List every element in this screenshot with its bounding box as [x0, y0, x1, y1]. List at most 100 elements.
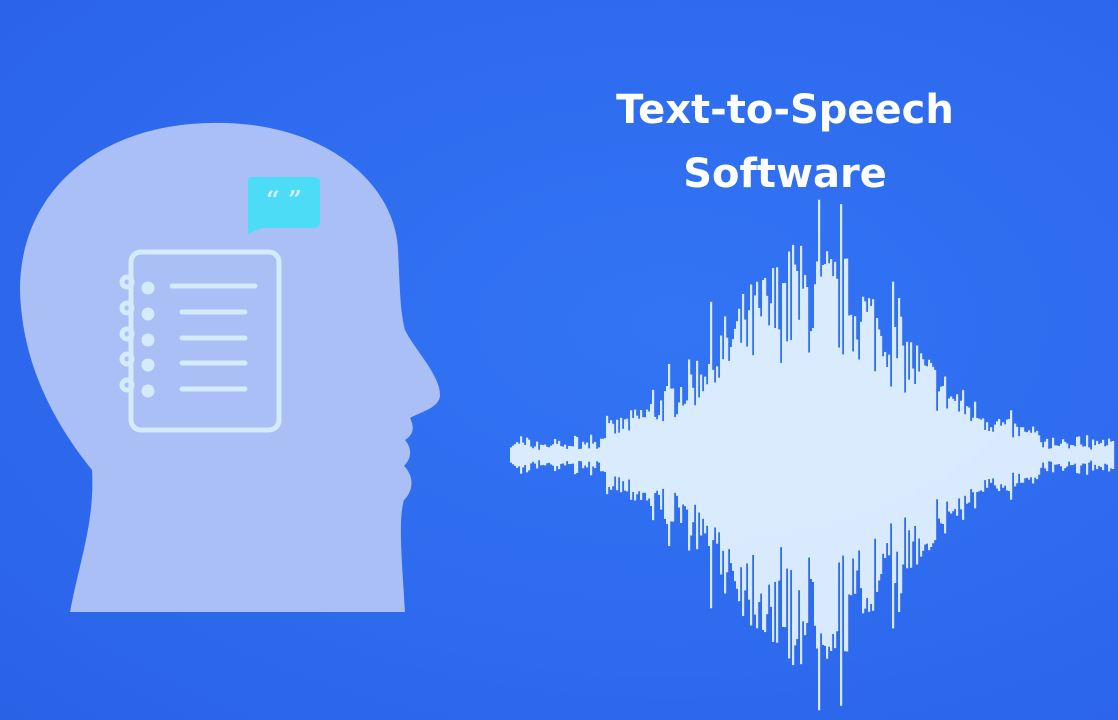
wave-bar	[958, 411, 961, 499]
wave-bar	[1042, 447, 1045, 463]
wave-bar	[1090, 449, 1093, 461]
wave-bar	[1012, 437, 1015, 473]
wave-bar	[664, 391, 667, 519]
wave-bar	[704, 376, 707, 534]
wave-bar	[998, 418, 1001, 492]
wave-bar	[1026, 432, 1029, 478]
wave-bar	[890, 386, 893, 524]
wave-bar	[572, 446, 575, 464]
wave-bar	[932, 366, 935, 544]
wave-bar	[752, 355, 755, 555]
wave-bar	[954, 400, 957, 510]
wave-bar	[966, 406, 969, 504]
wave-bar	[614, 433, 617, 477]
wave-bar	[658, 415, 661, 495]
wave-bar	[668, 363, 671, 547]
wave-bar	[1112, 440, 1115, 470]
wave-bar	[874, 371, 877, 539]
wave-bar	[558, 440, 561, 470]
wave-bar	[570, 446, 573, 464]
wave-bar	[1044, 441, 1047, 469]
wave-bar	[1038, 435, 1041, 475]
wave-bar	[706, 384, 709, 526]
wave-bar	[510, 447, 513, 463]
wave-bar	[650, 404, 653, 506]
wave-bar	[1018, 436, 1021, 474]
wave-bar	[1008, 418, 1011, 492]
wave-bar	[514, 444, 517, 466]
wave-bar	[542, 445, 545, 465]
wave-bar	[754, 295, 757, 615]
wave-bar	[698, 397, 701, 513]
wave-bar	[990, 427, 993, 483]
wave-bar	[928, 359, 931, 551]
wave-bar	[984, 429, 987, 481]
wave-bar	[718, 377, 721, 533]
wave-bar	[590, 434, 593, 476]
wave-bar	[996, 421, 999, 489]
wave-bar	[556, 443, 559, 467]
wave-bar	[732, 339, 735, 571]
wave-bar	[768, 325, 771, 585]
wave-bar	[528, 439, 531, 471]
wave-bar	[714, 382, 717, 528]
wave-bar	[1108, 438, 1111, 472]
wave-bar	[710, 301, 713, 609]
wave-bar	[630, 410, 633, 500]
wave-bar	[810, 331, 813, 579]
wave-bar	[636, 415, 639, 495]
ring-dot	[141, 307, 155, 321]
wave-bar	[972, 417, 975, 493]
wave-bar	[738, 308, 741, 602]
wave-bar	[850, 314, 853, 596]
wave-bar	[712, 369, 715, 541]
wave-bar	[654, 416, 657, 494]
wave-bar	[750, 284, 753, 626]
wave-bar	[868, 298, 871, 612]
wave-bar	[938, 391, 941, 519]
wave-bar	[790, 339, 793, 571]
wave-bar	[1034, 432, 1037, 478]
wave-bar	[940, 386, 943, 524]
wave-bar	[920, 353, 923, 557]
wave-bar	[930, 363, 933, 547]
wave-bar	[602, 438, 605, 472]
wave-bar	[906, 341, 909, 569]
wave-bar	[652, 389, 655, 521]
wave-bar	[666, 385, 669, 525]
wave-bar	[728, 360, 731, 550]
title-line-1: Text-to-Speech	[616, 87, 954, 133]
wave-bar	[916, 345, 919, 565]
wave-bar	[1022, 427, 1025, 483]
wave-bar	[540, 444, 543, 466]
wave-bar	[968, 407, 971, 503]
wave-bar	[762, 279, 765, 631]
page-title: Text-to-Speech Software	[560, 78, 1010, 206]
ring-dot	[141, 358, 155, 372]
wave-bar	[552, 444, 555, 466]
wave-bar	[596, 448, 599, 462]
wave-bar	[976, 417, 979, 493]
wave-bar	[1030, 432, 1033, 478]
wave-bar	[672, 388, 675, 522]
wave-bar	[1024, 431, 1027, 479]
wave-bar	[1076, 436, 1079, 474]
wave-bar	[564, 444, 567, 466]
wave-bar	[866, 311, 869, 599]
wave-bar	[610, 420, 613, 490]
wave-bar	[1016, 426, 1019, 484]
wave-bar	[832, 276, 835, 634]
wave-bar	[922, 359, 925, 551]
wave-bar	[1104, 446, 1107, 464]
wave-bar	[848, 315, 851, 595]
wave-bar	[1060, 443, 1063, 467]
wave-bar	[944, 376, 947, 534]
wave-bar	[720, 335, 723, 575]
wave-bar	[952, 398, 955, 512]
wave-bar	[682, 405, 685, 505]
wave-bar	[600, 438, 603, 472]
wave-bar	[1072, 445, 1075, 465]
wave-bar	[770, 303, 773, 607]
wave-bar	[518, 443, 521, 467]
wave-bar	[854, 316, 857, 594]
